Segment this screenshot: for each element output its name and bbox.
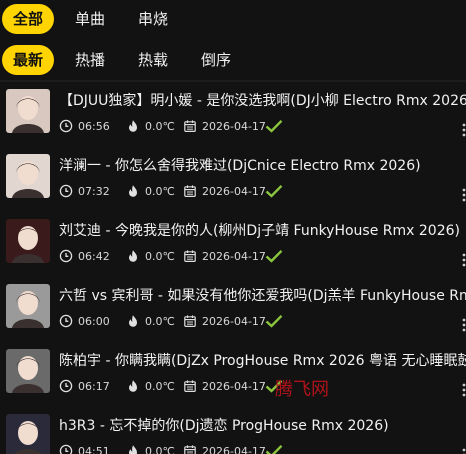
song-row[interactable]: 【DJUU独家】明小媛 - 是你没选我啊(DJ小柳 Electro Rmx 20…: [0, 82, 466, 147]
check-icon: [265, 444, 283, 454]
song-title[interactable]: 刘艾迪 - 今晚我是你的人(柳州Dj子靖 FunkyHouse Rmx 2026…: [59, 220, 466, 240]
song-row[interactable]: 洋澜一 - 你怎么舍得我难过(DjCnice Electro Rmx 2026)…: [0, 147, 466, 212]
fire-icon: [126, 314, 140, 328]
song-title[interactable]: h3R3 - 忘不掉的你(Dj遗恋 ProgHouse Rmx 2026): [59, 415, 466, 435]
song-duration: 06:00: [78, 315, 110, 328]
song-date: 2026-04-17: [202, 250, 266, 263]
song-heat: 0.0℃: [145, 185, 175, 198]
song-title[interactable]: 六哲 vs 宾利哥 - 如果没有他你还爱我吗(Dj羔羊 FunkyHouse R…: [59, 285, 466, 305]
song-title[interactable]: 洋澜一 - 你怎么舍得我难过(DjCnice Electro Rmx 2026): [59, 155, 466, 175]
song-heat: 0.0℃: [145, 120, 175, 133]
song-date: 2026-04-17: [202, 185, 266, 198]
song-duration: 06:56: [78, 120, 110, 133]
song-meta: 06:17 0.0℃ 2026-04-17: [59, 378, 466, 396]
tab-singles[interactable]: 单曲: [64, 4, 116, 34]
song-heat: 0.0℃: [145, 250, 175, 263]
calendar-icon: [183, 184, 197, 198]
watermark: 腾飞网: [275, 379, 329, 400]
more-icon[interactable]: [462, 252, 466, 267]
tab-medleys[interactable]: 串烧: [127, 4, 179, 34]
song-heat: 0.0℃: [145, 380, 175, 393]
song-duration: 04:51: [78, 445, 110, 454]
calendar-icon: [183, 444, 197, 454]
song-meta: 04:51 0.0℃ 2026-04-17: [59, 443, 466, 454]
tab-latest[interactable]: 最新: [2, 45, 54, 75]
calendar-icon: [183, 249, 197, 263]
clock-icon: [59, 119, 73, 133]
check-icon: [265, 249, 283, 263]
clock-icon: [59, 444, 73, 454]
fire-icon: [126, 249, 140, 263]
song-heat: 0.0℃: [145, 445, 175, 454]
album-cover[interactable]: [6, 349, 50, 393]
calendar-icon: [183, 379, 197, 393]
song-row[interactable]: 陈柏宇 - 你瞒我瞒(DjZx ProgHouse Rmx 2026 粤语 无心…: [0, 342, 466, 407]
more-icon[interactable]: [462, 187, 466, 202]
song-heat: 0.0℃: [145, 315, 175, 328]
clock-icon: [59, 314, 73, 328]
song-duration: 06:42: [78, 250, 110, 263]
clock-icon: [59, 379, 73, 393]
check-icon: [265, 314, 283, 328]
song-meta: 07:32 0.0℃ 2026-04-17: [59, 183, 466, 201]
song-row[interactable]: h3R3 - 忘不掉的你(Dj遗恋 ProgHouse Rmx 2026) 04:…: [0, 407, 466, 454]
song-meta: 06:00 0.0℃ 2026-04-17: [59, 313, 466, 331]
check-icon: [265, 184, 283, 198]
more-icon[interactable]: [462, 317, 466, 332]
song-date: 2026-04-17: [202, 315, 266, 328]
calendar-icon: [183, 314, 197, 328]
primary-tab-bar: 全部 单曲 串烧: [0, 0, 466, 40]
song-row[interactable]: 六哲 vs 宾利哥 - 如果没有他你还爱我吗(Dj羔羊 FunkyHouse R…: [0, 277, 466, 342]
song-duration: 06:17: [78, 380, 110, 393]
tab-reverse-order[interactable]: 倒序: [190, 45, 242, 75]
secondary-tab-bar: 最新 热播 热载 倒序: [0, 42, 466, 80]
album-cover[interactable]: [6, 219, 50, 263]
song-duration: 07:32: [78, 185, 110, 198]
clock-icon: [59, 184, 73, 198]
tab-hot-play[interactable]: 热播: [64, 45, 116, 75]
song-meta: 06:56 0.0℃ 2026-04-17: [59, 118, 466, 136]
song-title[interactable]: 陈柏宇 - 你瞒我瞒(DjZx ProgHouse Rmx 2026 粤语 无心…: [59, 350, 466, 370]
calendar-icon: [183, 119, 197, 133]
tab-hot-download[interactable]: 热载: [127, 45, 179, 75]
fire-icon: [126, 184, 140, 198]
more-icon[interactable]: [462, 447, 466, 454]
more-icon[interactable]: [462, 382, 466, 397]
song-date: 2026-04-17: [202, 120, 266, 133]
more-icon[interactable]: [462, 122, 466, 137]
fire-icon: [126, 379, 140, 393]
album-cover[interactable]: [6, 284, 50, 328]
album-cover[interactable]: [6, 154, 50, 198]
fire-icon: [126, 119, 140, 133]
tab-all[interactable]: 全部: [2, 4, 54, 34]
song-row[interactable]: 刘艾迪 - 今晚我是你的人(柳州Dj子靖 FunkyHouse Rmx 2026…: [0, 212, 466, 277]
song-date: 2026-04-17: [202, 445, 266, 454]
fire-icon: [126, 444, 140, 454]
clock-icon: [59, 249, 73, 263]
check-icon: [265, 119, 283, 133]
album-cover[interactable]: [6, 89, 50, 133]
song-date: 2026-04-17: [202, 380, 266, 393]
song-meta: 06:42 0.0℃ 2026-04-17: [59, 248, 466, 266]
album-cover[interactable]: [6, 414, 50, 454]
song-title[interactable]: 【DJUU独家】明小媛 - 是你没选我啊(DJ小柳 Electro Rmx 20…: [59, 90, 466, 110]
